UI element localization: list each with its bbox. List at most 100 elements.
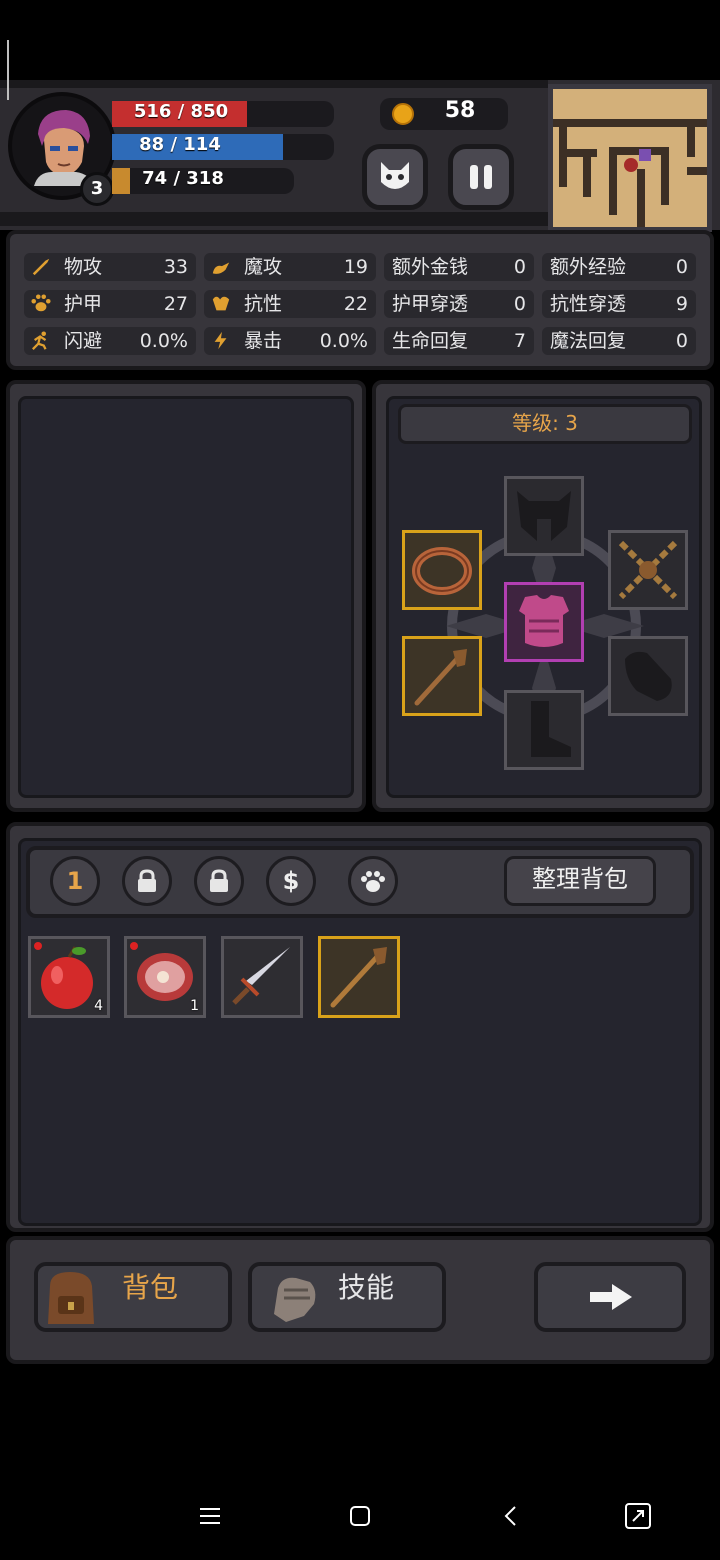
lightning-icon: [214, 331, 227, 350]
stat-magic-hand-1: 魔攻 19: [204, 253, 376, 281]
helmet-icon: [517, 491, 571, 541]
hud-border: [0, 80, 548, 88]
inventory-tab-pet[interactable]: [348, 856, 398, 906]
screenshot-icon: [625, 1503, 651, 1529]
ring-slot[interactable]: [402, 530, 482, 610]
inventory-item-staff[interactable]: [318, 936, 400, 1018]
stat-label: 抗性: [244, 293, 283, 315]
stat-extra-6: 护甲穿透 0: [384, 290, 534, 318]
new-item-dot: [34, 942, 42, 950]
next-button[interactable]: [534, 1262, 686, 1332]
system-menu-button[interactable]: [190, 1496, 230, 1536]
stat-value: 19: [343, 256, 368, 278]
inventory-tab-1[interactable]: 1: [50, 856, 100, 906]
stat-sword-0: 物攻 33: [24, 253, 196, 281]
glove-icon: [625, 651, 672, 701]
boot-icon: [531, 701, 571, 757]
armor-slot[interactable]: [504, 582, 584, 662]
stat-value: 7: [513, 330, 526, 352]
level-badge: 3: [80, 172, 114, 206]
new-item-dot: [130, 942, 138, 950]
item-count: 4: [94, 998, 103, 1014]
maze-map-icon: [553, 119, 707, 227]
inventory-tab-locked-1[interactable]: [122, 856, 172, 906]
staff-icon: [330, 947, 387, 1008]
boots-slot[interactable]: [504, 690, 584, 770]
minimap[interactable]: [548, 84, 712, 232]
stat-extra-11: 魔法回复 0: [542, 327, 696, 355]
inventory-item-meat[interactable]: 1: [124, 936, 206, 1018]
stat-label: 魔攻: [244, 256, 283, 278]
pause-button[interactable]: [448, 144, 514, 210]
pause-icon: [470, 165, 492, 189]
menu-icon: [200, 1508, 220, 1524]
hero-portrait-icon: [34, 110, 94, 186]
pet-button[interactable]: [362, 144, 428, 210]
stat-value: 33: [163, 256, 188, 278]
magic-hand-icon: [212, 262, 230, 274]
stat-label: 护甲穿透: [392, 293, 469, 315]
sort-inventory-button[interactable]: 整理背包: [504, 856, 656, 906]
stat-label: 闪避: [64, 330, 103, 352]
gold-coin-icon: [392, 103, 414, 125]
equipment-level-label: 等级: 3: [398, 404, 692, 444]
chain-icon: [618, 540, 678, 600]
bag-button[interactable]: 背包: [34, 1262, 232, 1332]
stat-extra-7: 抗性穿透 9: [542, 290, 696, 318]
xp-text: 74 / 318: [142, 168, 224, 189]
paw-icon: [361, 871, 385, 892]
stat-extra-3: 额外经验 0: [542, 253, 696, 281]
helmet-slot[interactable]: [504, 476, 584, 556]
fist-icon: [274, 1277, 316, 1322]
stat-running-8: 闪避 0.0%: [24, 327, 196, 355]
gold-value: 58: [444, 98, 476, 123]
stat-label: 物攻: [64, 256, 103, 278]
backpack-icon: [48, 1272, 94, 1324]
xp-bar: 74 / 318: [112, 168, 294, 194]
gloves-slot[interactable]: [608, 636, 688, 716]
stat-extra-2: 额外金钱 0: [384, 253, 534, 281]
hp-bar: 516 / 850: [112, 101, 334, 127]
pet-face-icon: [381, 162, 409, 189]
inventory-tab-shop[interactable]: $: [266, 856, 316, 906]
stat-value: 0: [513, 293, 526, 315]
system-home-button[interactable]: [340, 1496, 380, 1536]
necklace-slot[interactable]: [608, 530, 688, 610]
mp-text: 88 / 114: [139, 134, 221, 155]
lock-icon: [138, 869, 156, 892]
stat-paw-4: 护甲 27: [24, 290, 196, 318]
arrow-right-icon: [590, 1284, 632, 1310]
weapon-slot[interactable]: [402, 636, 482, 716]
paw-icon: [31, 294, 51, 312]
stat-muscle-5: 抗性 22: [204, 290, 376, 318]
stat-value: 0.0%: [139, 330, 188, 352]
stat-value: 0: [675, 330, 688, 352]
inventory-item-apple[interactable]: 4: [28, 936, 110, 1018]
armor-icon: [519, 595, 569, 647]
stat-label: 暴击: [244, 330, 283, 352]
inventory-item-dagger[interactable]: [221, 936, 303, 1018]
stat-label: 魔法回复: [550, 330, 627, 352]
system-back-button[interactable]: [490, 1496, 530, 1536]
stat-value: 9: [675, 293, 688, 315]
stat-value: 0: [675, 256, 688, 278]
bag-label: 背包: [122, 1271, 179, 1304]
preview-panel: [18, 396, 354, 798]
skills-button[interactable]: 技能: [248, 1262, 446, 1332]
back-icon: [504, 1506, 516, 1526]
stat-label: 抗性穿透: [550, 293, 627, 315]
system-screenshot-button[interactable]: [618, 1496, 658, 1536]
mp-bar: 88 / 114: [112, 134, 334, 160]
muscle-icon: [212, 296, 230, 311]
text-cursor: [7, 40, 9, 100]
inventory-tab-locked-2[interactable]: [194, 856, 244, 906]
ring-icon: [412, 547, 472, 595]
stat-value: 0.0%: [319, 330, 368, 352]
stat-label: 护甲: [64, 293, 103, 315]
item-count: 1: [190, 998, 199, 1014]
hud-border-bottom: [0, 212, 548, 226]
stat-extra-10: 生命回复 7: [384, 327, 534, 355]
stat-value: 22: [343, 293, 368, 315]
running-icon: [32, 331, 47, 350]
dagger-icon: [232, 947, 290, 1005]
